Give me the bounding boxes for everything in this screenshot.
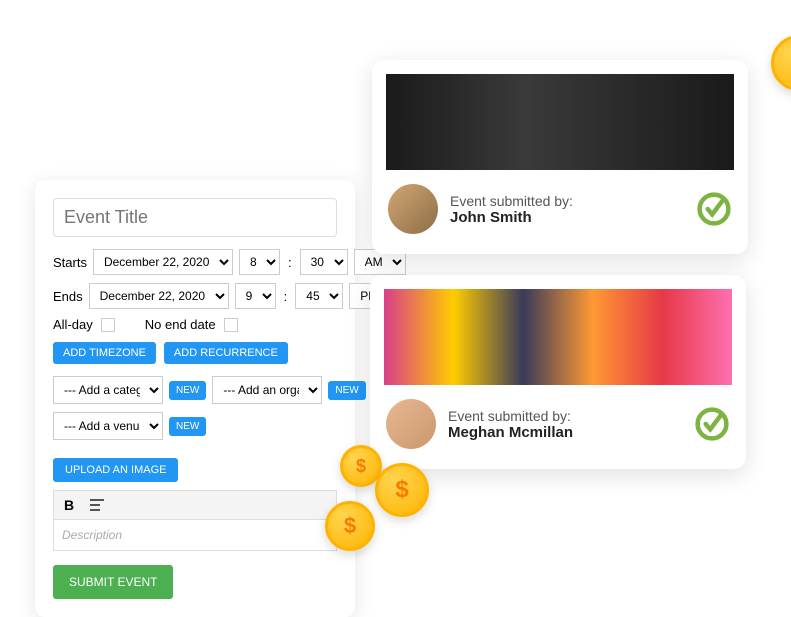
submitter-name: Meghan Mcmillan [448, 424, 682, 441]
submit-event-button[interactable]: SUBMIT EVENT [53, 565, 173, 599]
event-meta-1: Event submitted by: John Smith [372, 184, 748, 254]
noend-checkbox[interactable] [224, 318, 238, 332]
submitted-by-label: Event submitted by: [448, 408, 682, 424]
editor-toolbar: B [53, 490, 337, 520]
verified-check-icon [694, 406, 730, 442]
category-row: --- Add a category NEW --- Add an organi… [53, 376, 337, 404]
start-min-select[interactable]: 30 [300, 249, 348, 275]
new-organizer-badge[interactable]: NEW [328, 381, 365, 400]
option-buttons-row: ADD TIMEZONE ADD RECURRENCE [53, 342, 337, 364]
event-card-2: Event submitted by: Meghan Mcmillan [370, 275, 746, 469]
start-date-select[interactable]: December 22, 2020 [93, 249, 233, 275]
submitted-by-label: Event submitted by: [450, 193, 684, 209]
bold-button[interactable]: B [64, 497, 74, 513]
avatar [388, 184, 438, 234]
upload-image-button[interactable]: UPLOAD AN IMAGE [53, 458, 178, 482]
add-recurrence-button[interactable]: ADD RECURRENCE [164, 342, 288, 364]
event-card-1: Event submitted by: John Smith [372, 60, 748, 254]
starts-row: Starts December 22, 2020 8 : 30 AM [53, 249, 337, 275]
verified-check-icon [696, 191, 732, 227]
avatar [386, 399, 436, 449]
meta-text: Event submitted by: Meghan Mcmillan [448, 408, 682, 441]
event-title-input[interactable] [53, 198, 337, 237]
organizer-select[interactable]: --- Add an organizer [212, 376, 322, 404]
end-hour-select[interactable]: 9 [235, 283, 276, 309]
end-date-select[interactable]: December 22, 2020 [89, 283, 229, 309]
event-form-card: Starts December 22, 2020 8 : 30 AM Ends … [35, 180, 355, 617]
meta-text: Event submitted by: John Smith [450, 193, 684, 226]
ends-label: Ends [53, 289, 83, 304]
submitter-name: John Smith [450, 209, 684, 226]
event-meta-2: Event submitted by: Meghan Mcmillan [370, 399, 746, 469]
event-image-party [384, 289, 732, 385]
category-select[interactable]: --- Add a category [53, 376, 163, 404]
start-hour-select[interactable]: 8 [239, 249, 280, 275]
end-min-select[interactable]: 45 [295, 283, 343, 309]
ends-row: Ends December 22, 2020 9 : 45 PM [53, 283, 337, 309]
new-category-badge[interactable]: NEW [169, 381, 206, 400]
venue-select[interactable]: --- Add a venue - [53, 412, 163, 440]
allday-checkbox[interactable] [101, 318, 115, 332]
event-image-jazz [386, 74, 734, 170]
venue-row: --- Add a venue - NEW [53, 412, 337, 440]
description-input[interactable]: Description [53, 520, 337, 551]
noend-label: No end date [145, 317, 216, 332]
colon: : [288, 255, 292, 270]
starts-label: Starts [53, 255, 87, 270]
allday-label: All-day [53, 317, 93, 332]
dollar-coin-icon: $ [375, 463, 429, 517]
checkbox-row: All-day No end date [53, 317, 337, 332]
add-timezone-button[interactable]: ADD TIMEZONE [53, 342, 156, 364]
new-venue-badge[interactable]: NEW [169, 417, 206, 436]
dollar-coin-icon: $ [771, 35, 791, 91]
align-left-icon[interactable] [90, 499, 104, 511]
colon: : [284, 289, 288, 304]
